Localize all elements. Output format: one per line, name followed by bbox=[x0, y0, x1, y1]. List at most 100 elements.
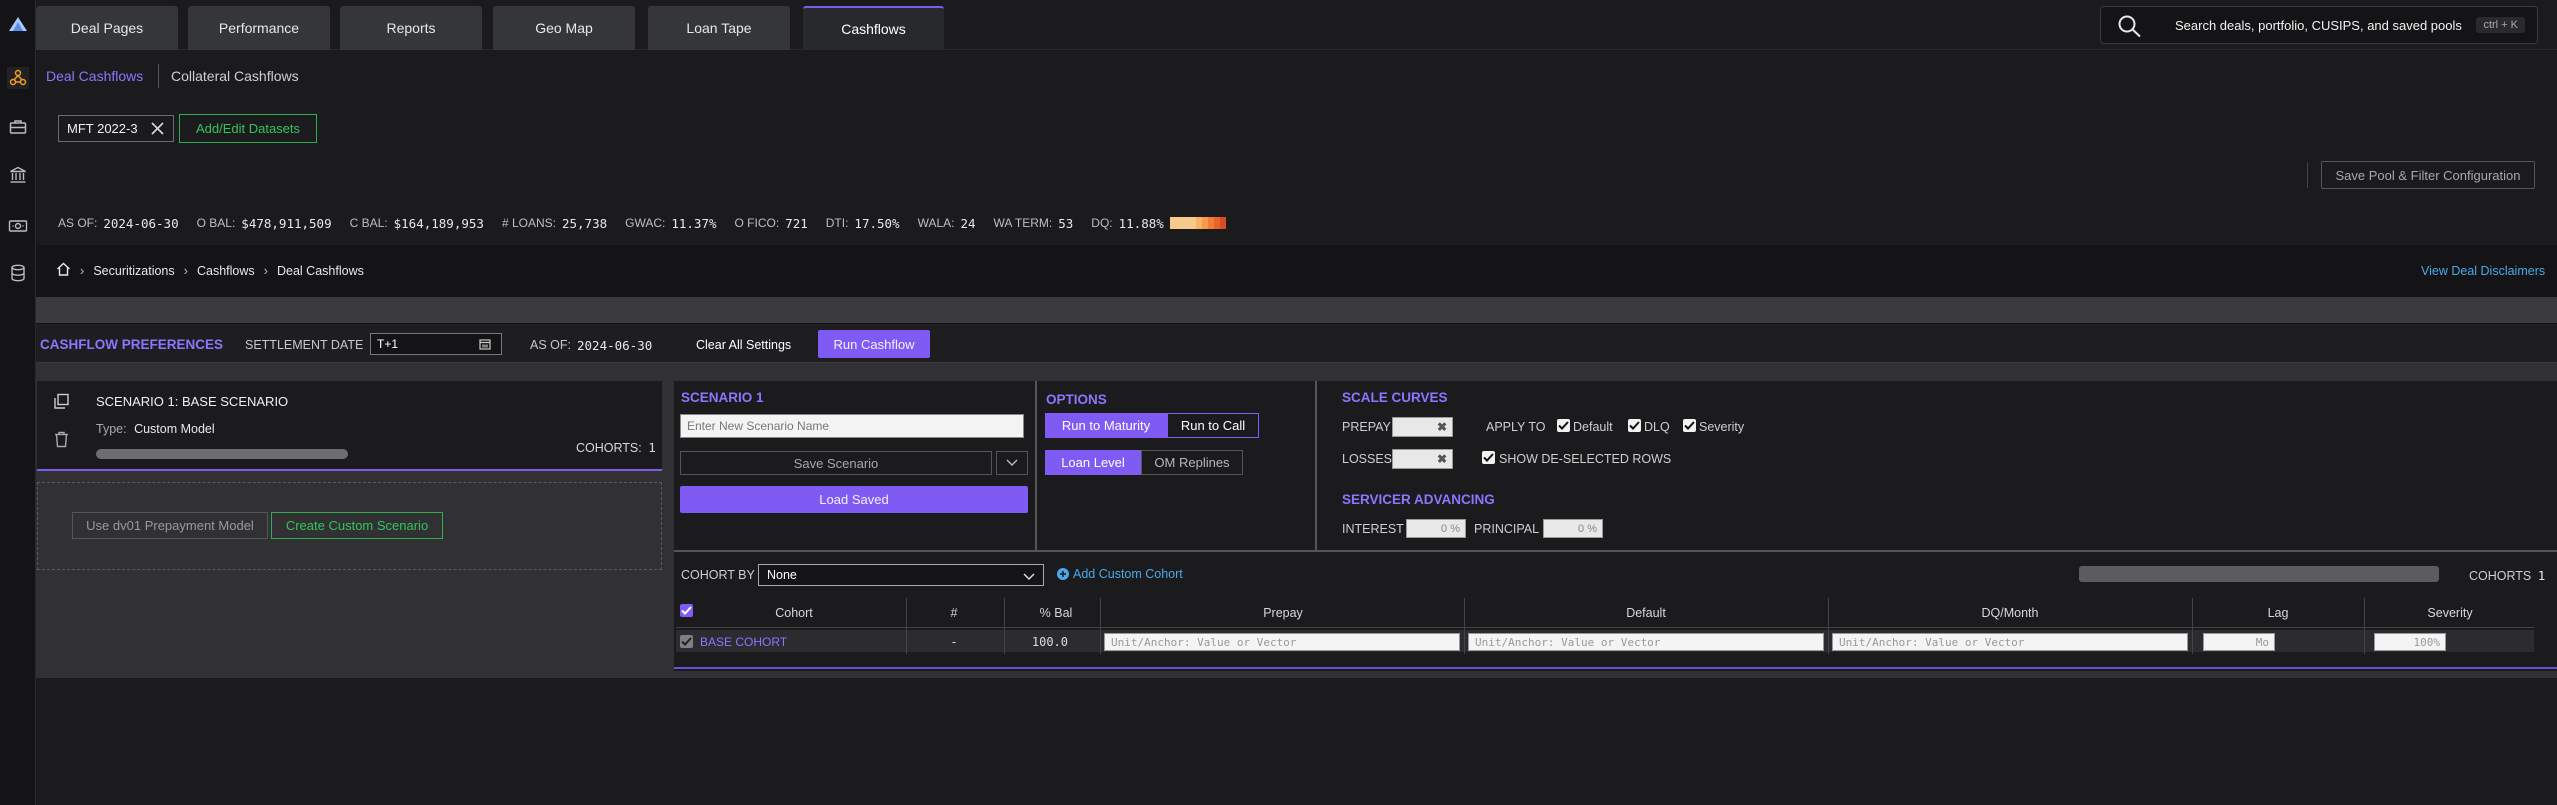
create-custom-scenario-button[interactable]: Create Custom Scenario bbox=[271, 512, 443, 539]
run-to-maturity-toggle[interactable]: Run to Maturity bbox=[1045, 413, 1167, 438]
money-icon[interactable] bbox=[7, 215, 29, 237]
tab-reports[interactable]: Reports bbox=[340, 6, 482, 50]
tab-performance[interactable]: Performance bbox=[188, 6, 330, 50]
breadcrumb: › Securitizations › Cashflows › Deal Cas… bbox=[56, 262, 364, 279]
col-header-prepay[interactable]: Prepay bbox=[1104, 606, 1462, 620]
row-checkbox[interactable] bbox=[680, 635, 693, 648]
breadcrumb-securitizations[interactable]: Securitizations bbox=[93, 264, 174, 278]
save-scenario-button[interactable]: Save Scenario bbox=[680, 451, 992, 475]
search-input[interactable]: Search deals, portfolio, CUSIPS, and sav… bbox=[2100, 6, 2538, 44]
prepay-vector-input[interactable]: Unit/Anchor: Value or Vector bbox=[1104, 633, 1460, 651]
close-icon[interactable] bbox=[150, 121, 165, 139]
stat-value: $478,911,509 bbox=[241, 215, 332, 231]
save-pool-button[interactable]: Save Pool & Filter Configuration bbox=[2321, 161, 2535, 189]
left-rail bbox=[0, 0, 36, 805]
dq-heat-bar bbox=[1169, 217, 1226, 229]
losses-label: LOSSES bbox=[1342, 452, 1393, 466]
breadcrumb-cashflows[interactable]: Cashflows bbox=[197, 264, 255, 278]
dq-month-vector-input[interactable]: Unit/Anchor: Value or Vector bbox=[1832, 633, 2188, 651]
settlement-date-value: T+1 bbox=[377, 337, 399, 351]
interest-label: INTEREST bbox=[1342, 522, 1404, 536]
prepay-scale-input[interactable]: ✖ bbox=[1392, 417, 1453, 437]
dq-heat-segment bbox=[1219, 217, 1226, 229]
scenario-card[interactable]: SCENARIO 1: BASE SCENARIO Type: Custom M… bbox=[37, 381, 662, 471]
run-to-call-toggle[interactable]: Run to Call bbox=[1167, 413, 1259, 438]
calendar-icon[interactable] bbox=[479, 338, 491, 353]
lag-input[interactable]: Mo bbox=[2203, 633, 2275, 651]
divider bbox=[674, 550, 2557, 552]
severity-input[interactable]: 100% bbox=[2374, 633, 2446, 651]
col-header-lag[interactable]: Lag bbox=[2194, 606, 2362, 620]
run-cashflow-button[interactable]: Run Cashflow bbox=[818, 330, 930, 358]
clear-icon[interactable]: ✖ bbox=[1437, 420, 1447, 434]
divider bbox=[1004, 598, 1005, 654]
database-icon[interactable] bbox=[7, 262, 29, 284]
tab-cashflows[interactable]: Cashflows bbox=[803, 6, 944, 50]
add-edit-datasets-button[interactable]: Add/Edit Datasets bbox=[179, 114, 317, 143]
scenario-type: Type: Custom Model bbox=[96, 422, 215, 436]
stat-label: O FICO: bbox=[734, 216, 780, 230]
briefcase-icon[interactable] bbox=[7, 116, 29, 138]
col-header-count[interactable]: # bbox=[908, 606, 1000, 620]
col-header-dq-month[interactable]: DQ/Month bbox=[1830, 606, 2190, 620]
stat-label: O BAL: bbox=[196, 216, 236, 230]
principal-input[interactable]: 0 % bbox=[1543, 519, 1603, 538]
clear-icon[interactable]: ✖ bbox=[1437, 452, 1447, 466]
load-saved-button[interactable]: Load Saved bbox=[680, 486, 1028, 513]
bank-icon[interactable] bbox=[7, 164, 29, 186]
settlement-date-input[interactable]: T+1 bbox=[370, 333, 502, 355]
dlq-checkbox[interactable] bbox=[1628, 419, 1641, 432]
tab-loan-tape[interactable]: Loan Tape bbox=[648, 6, 790, 50]
add-custom-cohort-link[interactable]: Add Custom Cohort bbox=[1057, 567, 1183, 581]
col-header-pct-bal[interactable]: % Bal bbox=[1010, 606, 1102, 620]
interest-input[interactable]: 0 % bbox=[1406, 519, 1466, 538]
clear-all-settings-button[interactable]: Clear All Settings bbox=[696, 338, 791, 352]
cohort-progress-bar bbox=[2079, 566, 2439, 582]
cohort-name[interactable]: BASE COHORT bbox=[700, 635, 787, 649]
use-dv01-model-button[interactable]: Use dv01 Prepayment Model bbox=[72, 512, 268, 539]
network-icon[interactable] bbox=[7, 67, 29, 89]
losses-scale-input[interactable]: ✖ bbox=[1392, 449, 1453, 469]
col-header-severity[interactable]: Severity bbox=[2366, 606, 2534, 620]
servicer-advancing-title: SERVICER ADVANCING bbox=[1342, 492, 1495, 507]
om-replines-toggle[interactable]: OM Replines bbox=[1141, 450, 1243, 475]
settlement-date-label: SETTLEMENT DATE bbox=[245, 338, 364, 352]
search-placeholder: Search deals, portfolio, CUSIPS, and sav… bbox=[2175, 17, 2462, 33]
scenario-type-label: Type: bbox=[96, 422, 127, 436]
divider bbox=[2364, 598, 2365, 654]
view-deal-disclaimers-link[interactable]: View Deal Disclaimers bbox=[2421, 264, 2545, 278]
cohort-by-select[interactable]: None bbox=[758, 564, 1044, 586]
trash-icon[interactable] bbox=[54, 431, 69, 451]
save-scenario-dropdown[interactable] bbox=[996, 451, 1028, 475]
logo-icon[interactable] bbox=[8, 16, 28, 32]
cohorts-count-label: COHORTS bbox=[2469, 569, 2532, 583]
tab-deal-pages[interactable]: Deal Pages bbox=[36, 6, 178, 50]
scenario-title: SCENARIO 1: BASE SCENARIO bbox=[96, 394, 289, 409]
divider bbox=[1464, 598, 1465, 654]
dlq-label: DLQ bbox=[1644, 420, 1670, 434]
stat-label: DQ: bbox=[1091, 216, 1113, 230]
section-divider-band bbox=[36, 297, 2557, 323]
stat-label: # LOANS: bbox=[501, 216, 556, 230]
severity-checkbox[interactable] bbox=[1683, 419, 1696, 432]
show-deselected-checkbox[interactable] bbox=[1482, 451, 1495, 464]
scenario-cohorts-value: 1 bbox=[648, 440, 656, 455]
home-icon[interactable] bbox=[56, 262, 71, 279]
divider bbox=[1828, 598, 1829, 654]
loan-level-toggle[interactable]: Loan Level bbox=[1045, 450, 1141, 475]
stat-label: C BAL: bbox=[349, 216, 388, 230]
scenario-name-input[interactable]: Enter New Scenario Name bbox=[680, 414, 1024, 438]
default-checkbox[interactable] bbox=[1557, 419, 1570, 432]
stat-value: 11.37% bbox=[671, 215, 717, 231]
subtab-collateral-cashflows[interactable]: Collateral Cashflows bbox=[171, 68, 299, 84]
subtab-divider bbox=[158, 64, 159, 88]
col-header-cohort[interactable]: Cohort bbox=[700, 606, 888, 620]
select-all-checkbox[interactable] bbox=[680, 604, 693, 617]
col-header-default[interactable]: Default bbox=[1466, 606, 1826, 620]
subtab-deal-cashflows[interactable]: Deal Cashflows bbox=[46, 68, 143, 84]
tab-geo-map[interactable]: Geo Map bbox=[493, 6, 635, 50]
divider bbox=[1100, 598, 1101, 654]
copy-icon[interactable] bbox=[53, 393, 70, 413]
default-vector-input[interactable]: Unit/Anchor: Value or Vector bbox=[1468, 633, 1824, 651]
stat-value: 24 bbox=[960, 215, 976, 231]
